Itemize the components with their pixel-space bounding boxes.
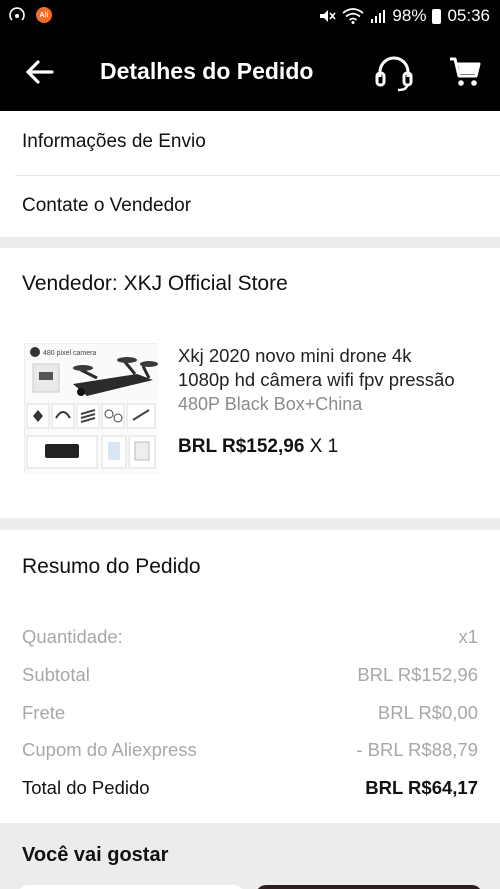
wifi-icon — [342, 8, 364, 24]
summary-value: BRL R$152,96 — [357, 664, 478, 685]
status-right: 98% 05:36 — [318, 6, 490, 26]
app-bar: Detalhes do Pedido — [0, 35, 500, 111]
summary-value: BRL R$0,00 — [377, 702, 478, 723]
summary-row-coupon: Cupom do Aliexpress - BRL R$88,79 — [22, 739, 478, 763]
product-title[interactable]: Xkj 2020 novo mini drone 4k 1080p hd câm… — [178, 344, 478, 392]
product-quantity: X 1 — [309, 436, 339, 457]
clock: 05:36 — [447, 6, 490, 25]
seller-name[interactable]: Vendedor: XKJ Official Store — [22, 272, 288, 296]
order-actions-card: Informações de Envio Contate o Vendedor — [0, 111, 500, 237]
product-thumbnail[interactable]: 480 pixel camera — [24, 343, 159, 474]
support-headset-icon[interactable] — [374, 53, 414, 93]
status-bar: Ali 98% 05:36 — [0, 0, 500, 35]
summary-title: Resumo do Pedido — [22, 555, 201, 578]
summary-label: Cupom do Aliexpress — [22, 739, 197, 760]
product-price: BRL R$152,96 — [178, 436, 305, 457]
cart-icon[interactable] — [448, 55, 482, 89]
summary-value: - BRL R$88,79 — [356, 739, 478, 760]
battery-percent: 98% — [392, 6, 427, 25]
contact-seller-row[interactable]: Contate o Vendedor — [0, 175, 500, 237]
summary-label: Frete — [22, 702, 66, 723]
contact-seller-label: Contate o Vendedor — [22, 195, 192, 216]
summary-row-shipping: Frete BRL R$0,00 — [22, 702, 478, 726]
summary-value: BRL R$64,17 — [365, 777, 478, 798]
mute-icon — [320, 10, 337, 22]
page-title: Detalhes do Pedido — [100, 58, 314, 84]
product-title-line2: 1080p hd câmera wifi fpv pressão — [178, 369, 455, 390]
recommended-product-card[interactable] — [256, 885, 482, 889]
order-summary-card: Resumo do Pedido Quantidade: x1 Subtotal… — [0, 530, 500, 823]
product-variant: 480P Black Box+China — [178, 394, 363, 414]
summary-row-total: Total do Pedido BRL R$64,17 — [22, 777, 478, 801]
drone-image: 480 pixel camera — [25, 344, 159, 474]
recommendations-section: Você vai gostar — [0, 823, 500, 889]
back-arrow-icon[interactable] — [22, 55, 56, 89]
summary-value: x1 — [458, 626, 478, 647]
recommended-product-card[interactable] — [18, 885, 244, 889]
product-title-line1: Xkj 2020 novo mini drone 4k — [178, 345, 412, 366]
summary-label: Total do Pedido — [22, 777, 150, 798]
status-left: Ali — [8, 7, 52, 23]
aliexpress-app-icon: Ali — [36, 7, 52, 23]
product-price-line: BRL R$152,96 X 1 — [178, 436, 338, 458]
battery-icon — [432, 8, 442, 24]
shipping-info-label: Informações de Envio — [22, 131, 206, 152]
summary-label: Subtotal — [22, 664, 90, 685]
shipping-info-row[interactable]: Informações de Envio — [0, 111, 500, 173]
recommendations-title: Você vai gostar — [22, 844, 169, 866]
signal-icon — [371, 10, 386, 23]
thumb-caption: 480 pixel camera — [43, 350, 96, 357]
summary-label: Quantidade: — [22, 626, 123, 647]
summary-row-quantity: Quantidade: x1 — [22, 626, 478, 650]
hotspot-icon — [9, 7, 25, 21]
summary-row-subtotal: Subtotal BRL R$152,96 — [22, 664, 478, 688]
order-item-card: Vendedor: XKJ Official Store 480 pixel c… — [0, 248, 500, 518]
